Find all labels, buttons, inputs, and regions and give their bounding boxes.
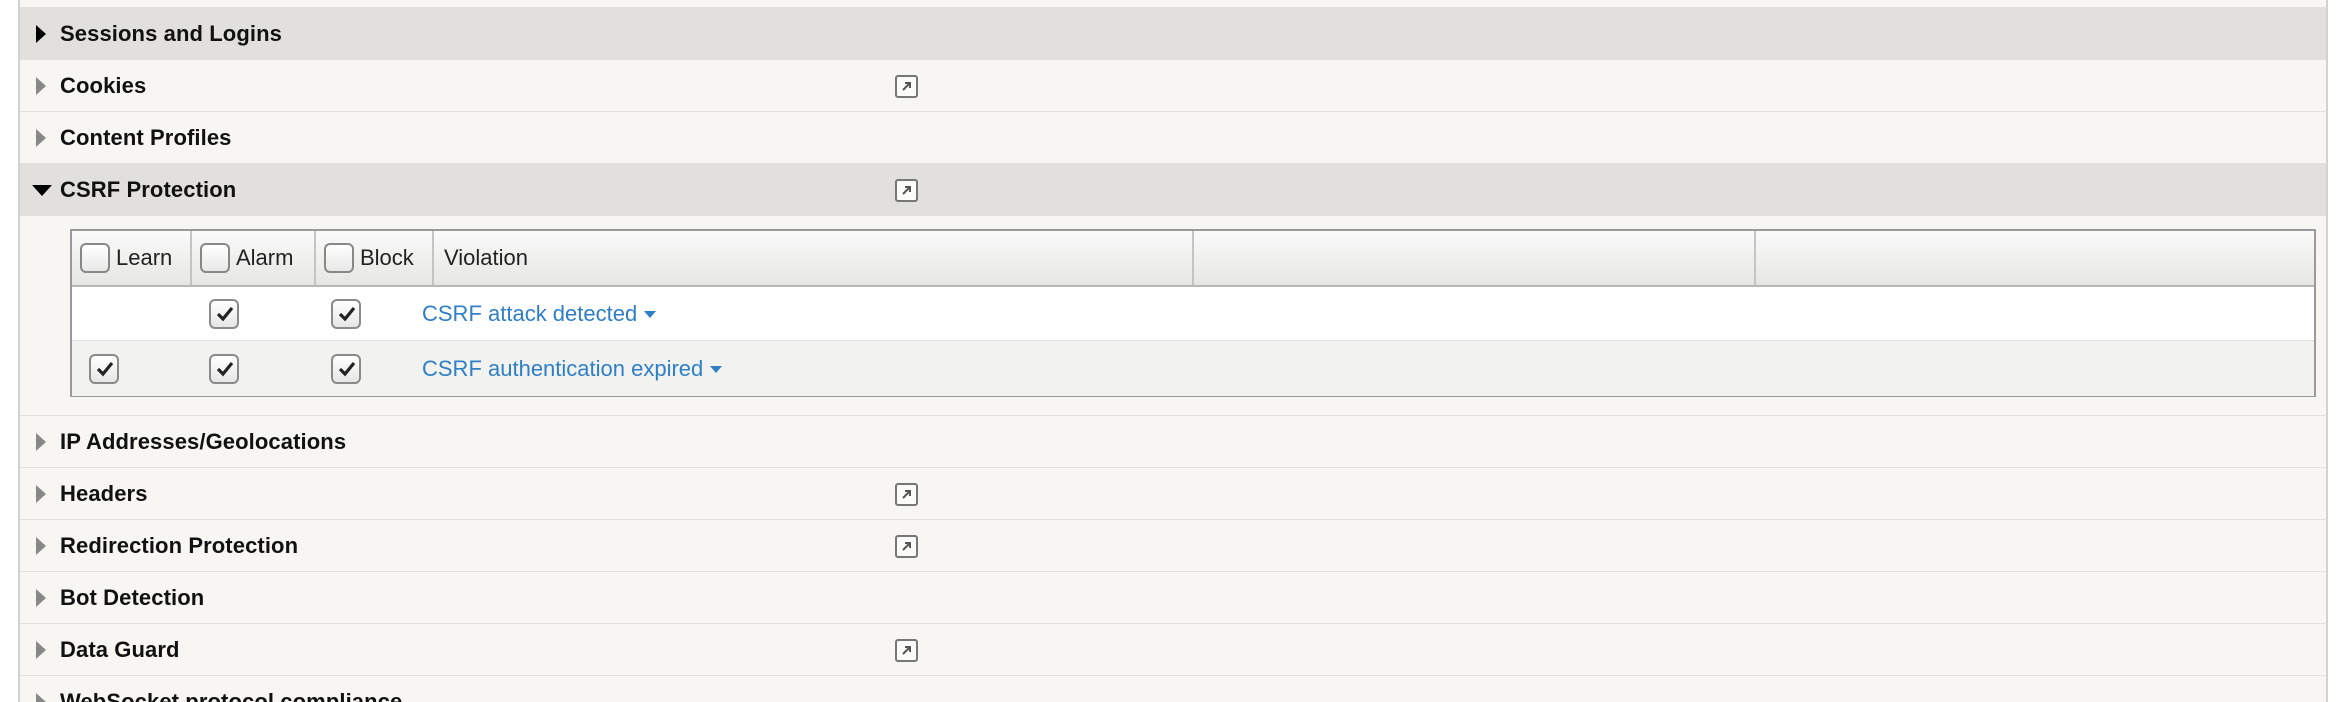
block-cell [320, 287, 372, 340]
section-bot-detection[interactable]: Bot Detection [20, 572, 2326, 624]
table-header: Learn Alarm Block Violation [72, 231, 2314, 287]
table-row: CSRF authentication expired [72, 341, 2314, 396]
block-checkbox[interactable] [331, 298, 361, 329]
external-link-icon[interactable] [895, 639, 918, 662]
section-title: Sessions and Logins [60, 20, 282, 46]
learn-checkbox[interactable] [89, 353, 119, 384]
header-block: Block [316, 231, 434, 285]
section-csrf-protection[interactable]: CSRF Protection [20, 164, 2326, 216]
triangle-right-icon[interactable] [36, 692, 46, 702]
external-link-icon[interactable] [895, 75, 918, 98]
alarm-checkbox[interactable] [209, 298, 239, 329]
section-redirection-protection[interactable]: Redirection Protection [20, 520, 2326, 572]
table-row: CSRF attack detected [72, 287, 2314, 341]
alarm-checkbox[interactable] [209, 353, 239, 384]
chevron-down-icon[interactable] [644, 311, 657, 318]
triangle-right-icon[interactable] [36, 536, 46, 555]
triangle-right-icon[interactable] [36, 640, 46, 659]
section-title: Redirection Protection [60, 532, 299, 558]
triangle-right-icon[interactable] [36, 24, 46, 43]
alarm-all-checkbox[interactable] [200, 243, 230, 273]
triangle-right-icon[interactable] [36, 484, 46, 503]
section-cookies[interactable]: Cookies [20, 60, 2326, 112]
external-link-icon[interactable] [895, 179, 918, 202]
section-sessions-and-logins[interactable]: Sessions and Logins [20, 8, 2326, 60]
chevron-down-icon[interactable] [710, 366, 723, 373]
block-cell [320, 341, 372, 396]
header-block-label: Block [360, 245, 414, 270]
header-violation: Violation [434, 231, 1194, 285]
learn-all-checkbox[interactable] [80, 243, 110, 273]
section-headers[interactable]: Headers [20, 468, 2326, 520]
violations-table: Learn Alarm Block Violation CSRF attack … [70, 229, 2316, 397]
block-checkbox[interactable] [331, 353, 361, 384]
triangle-right-icon[interactable] [36, 432, 46, 451]
external-link-icon[interactable] [895, 535, 918, 558]
triangle-right-icon[interactable] [36, 128, 46, 147]
header-violation-label: Violation [444, 245, 528, 270]
triangle-down-icon[interactable] [32, 185, 52, 196]
external-link-icon[interactable] [895, 483, 918, 506]
section-data-guard[interactable]: Data Guard [20, 624, 2326, 676]
learn-cell [78, 287, 130, 340]
alarm-cell [198, 341, 250, 396]
header-alarm: Alarm [192, 231, 316, 285]
triangle-right-icon[interactable] [36, 76, 46, 95]
header-learn-label: Learn [116, 245, 173, 270]
panel-top-edge [20, 0, 2326, 8]
section-title: Bot Detection [60, 584, 205, 610]
section-title: Headers [60, 480, 148, 506]
block-all-checkbox[interactable] [324, 243, 354, 273]
header-alarm-label: Alarm [236, 245, 294, 270]
section-title: Data Guard [60, 636, 180, 662]
violation-link[interactable]: CSRF attack detected [422, 300, 657, 327]
csrf-protection-body: Learn Alarm Block Violation CSRF attack … [20, 216, 2326, 416]
learn-cell [78, 341, 130, 396]
section-title: Cookies [60, 72, 147, 98]
section-title: Content Profiles [60, 124, 232, 150]
section-title: WebSocket protocol compliance [60, 688, 403, 702]
violation-name: CSRF attack detected [422, 300, 638, 326]
section-websocket-protocol-compliance[interactable]: WebSocket protocol compliance [20, 676, 2326, 702]
alarm-cell [198, 287, 250, 340]
header-learn: Learn [72, 231, 192, 285]
violation-link[interactable]: CSRF authentication expired [422, 355, 723, 382]
section-title: IP Addresses/Geolocations [60, 428, 347, 454]
triangle-right-icon[interactable] [36, 588, 46, 607]
section-ip-addresses-geolocations[interactable]: IP Addresses/Geolocations [20, 416, 2326, 468]
violation-name: CSRF authentication expired [422, 355, 704, 381]
settings-panel: Sessions and Logins Cookies Content Prof… [18, 0, 2328, 702]
section-content-profiles[interactable]: Content Profiles [20, 112, 2326, 164]
section-title: CSRF Protection [60, 176, 237, 202]
header-spacer [1194, 231, 1756, 285]
